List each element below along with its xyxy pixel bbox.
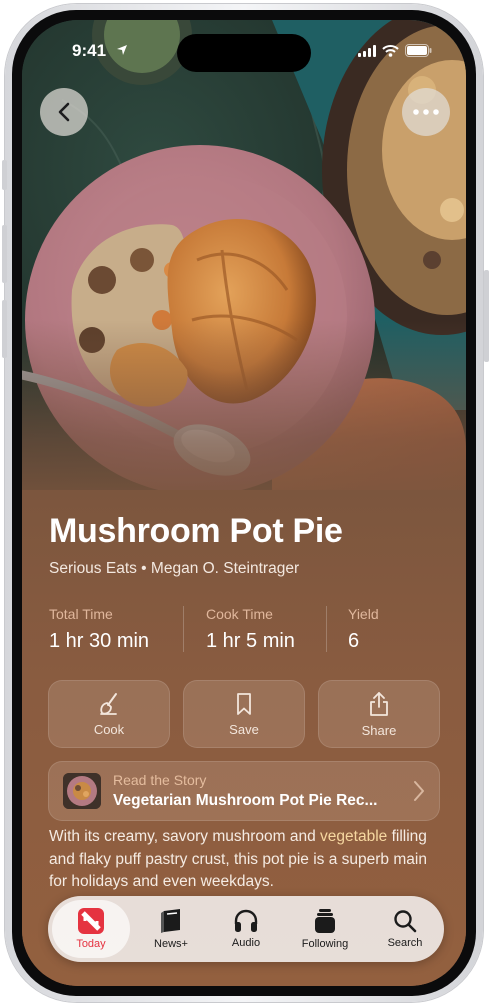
magazine-icon xyxy=(161,909,180,933)
action-button xyxy=(2,160,7,190)
bookmark-icon xyxy=(237,692,251,715)
news-logo-icon xyxy=(78,908,104,934)
screen: 9:41 Mushroom Pot Pie Serious Eats • Meg… xyxy=(22,20,466,986)
recipe-byline: Serious Eats • Megan O. Steintrager xyxy=(49,560,300,577)
save-button[interactable]: Save xyxy=(183,680,305,748)
tab-label: News+ xyxy=(154,938,188,950)
recipe-stats: Total Time 1 hr 30 min Cook Time 1 hr 5 … xyxy=(49,606,449,654)
chevron-left-icon xyxy=(58,102,70,122)
tab-label: Today xyxy=(76,938,106,950)
wifi-icon xyxy=(382,45,399,57)
save-button-label: Save xyxy=(229,721,259,737)
power-button xyxy=(484,270,489,362)
description-highlight: vegetable xyxy=(320,828,388,845)
stat-total-time: Total Time 1 hr 30 min xyxy=(49,606,149,653)
tab-following[interactable]: Following xyxy=(282,896,368,962)
stat-cook-time: Cook Time 1 hr 5 min xyxy=(206,606,295,653)
location-arrow-icon xyxy=(117,45,127,55)
tab-today[interactable]: Today xyxy=(52,900,130,958)
tab-bar: Today News+ Audio Following Search xyxy=(48,896,444,962)
tab-news-plus[interactable]: News+ xyxy=(132,896,210,962)
tab-label: Search xyxy=(387,937,423,949)
share-icon xyxy=(370,691,388,716)
tab-label: Audio xyxy=(231,937,261,949)
cook-button-label: Cook xyxy=(93,721,125,737)
cellular-signal-icon xyxy=(358,45,376,57)
story-title: Vegetarian Mushroom Pot Pie Rec... xyxy=(113,792,378,809)
story-kicker: Read the Story xyxy=(113,772,207,788)
story-thumbnail xyxy=(63,773,101,809)
share-button[interactable]: Share xyxy=(318,680,440,748)
tab-label: Following xyxy=(301,938,349,950)
stat-divider xyxy=(326,606,327,652)
stat-value: 1 hr 5 min xyxy=(206,630,295,652)
read-story-card[interactable]: Read the Story Vegetarian Mushroom Pot P… xyxy=(48,761,440,821)
stat-value: 1 hr 30 min xyxy=(49,630,150,652)
status-time: 9:41 xyxy=(72,41,107,60)
tab-search[interactable]: Search xyxy=(366,896,444,962)
battery-icon xyxy=(405,44,432,57)
search-icon xyxy=(394,910,417,933)
cook-button[interactable]: Cook xyxy=(48,680,170,748)
more-button[interactable] xyxy=(402,88,450,136)
whisk-icon xyxy=(100,692,117,715)
ellipsis-icon xyxy=(413,109,439,115)
dynamic-island xyxy=(177,34,311,72)
volume-up-button xyxy=(2,225,7,283)
tab-audio[interactable]: Audio xyxy=(207,896,285,962)
stat-divider xyxy=(183,606,184,652)
following-icon xyxy=(315,909,335,933)
status-icons xyxy=(358,44,432,57)
stat-yield: Yield 6 xyxy=(348,606,379,653)
stat-label: Total Time xyxy=(49,606,113,622)
volume-down-button xyxy=(2,300,7,358)
description-text: With its creamy, savory mushroom and xyxy=(49,828,321,845)
recipe-description: With its creamy, savory mushroom and veg… xyxy=(49,826,445,894)
stat-label: Yield xyxy=(348,606,379,622)
share-button-label: Share xyxy=(361,722,397,738)
recipe-title: Mushroom Pot Pie xyxy=(49,512,343,550)
headphones-icon xyxy=(234,909,258,932)
chevron-right-icon xyxy=(414,781,424,801)
stat-value: 6 xyxy=(348,630,360,652)
stat-label: Cook Time xyxy=(206,606,273,622)
back-button[interactable] xyxy=(40,88,88,136)
